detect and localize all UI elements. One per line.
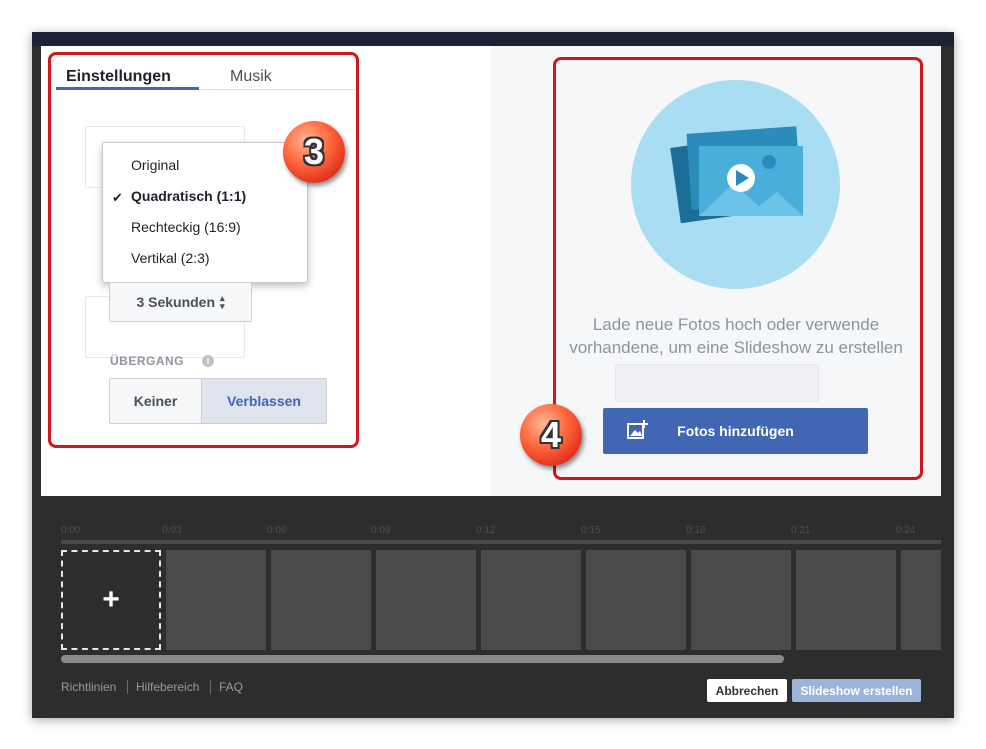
highlight-box-upload [553,57,923,480]
footer-separator [127,680,128,694]
timeline-scrollbar[interactable] [61,655,784,663]
timeline-slot[interactable] [481,550,581,650]
timeline-tick: 0:00 [61,525,81,536]
timeline-tick: 0:09 [371,525,391,536]
footer-link-faq[interactable]: FAQ [219,680,243,694]
timeline-tick: 0:21 [791,525,811,536]
timeline-slot[interactable] [166,550,266,650]
plus-icon: + [102,583,120,616]
timeline-slot[interactable] [376,550,476,650]
step-badge-3: 3 [283,121,345,183]
timeline-tick: 0:03 [162,525,182,536]
add-slide-button[interactable]: + [61,550,161,650]
timeline-ruler [61,540,941,544]
timeline-slot[interactable] [586,550,686,650]
footer-separator [210,680,211,694]
timeline-slot[interactable] [271,550,371,650]
footer-link-guidelines[interactable]: Richtlinien [61,680,116,694]
top-strip [32,32,954,46]
timeline-tick: 0:06 [267,525,287,536]
highlight-box-settings [48,52,359,448]
timeline-tick: 0:18 [686,525,706,536]
timeline-slot[interactable] [901,550,941,650]
timeline-tick: 0:15 [581,525,601,536]
timeline-tick: 0:12 [476,525,496,536]
step-badge-4: 4 [520,404,582,466]
timeline-slot[interactable] [796,550,896,650]
timeline-tick: 0:24 [896,525,916,536]
cancel-button[interactable]: Abbrechen [707,679,787,702]
create-slideshow-button[interactable]: Slideshow erstellen [792,679,921,702]
footer-link-help[interactable]: Hilfebereich [136,680,199,694]
timeline-slot[interactable] [691,550,791,650]
